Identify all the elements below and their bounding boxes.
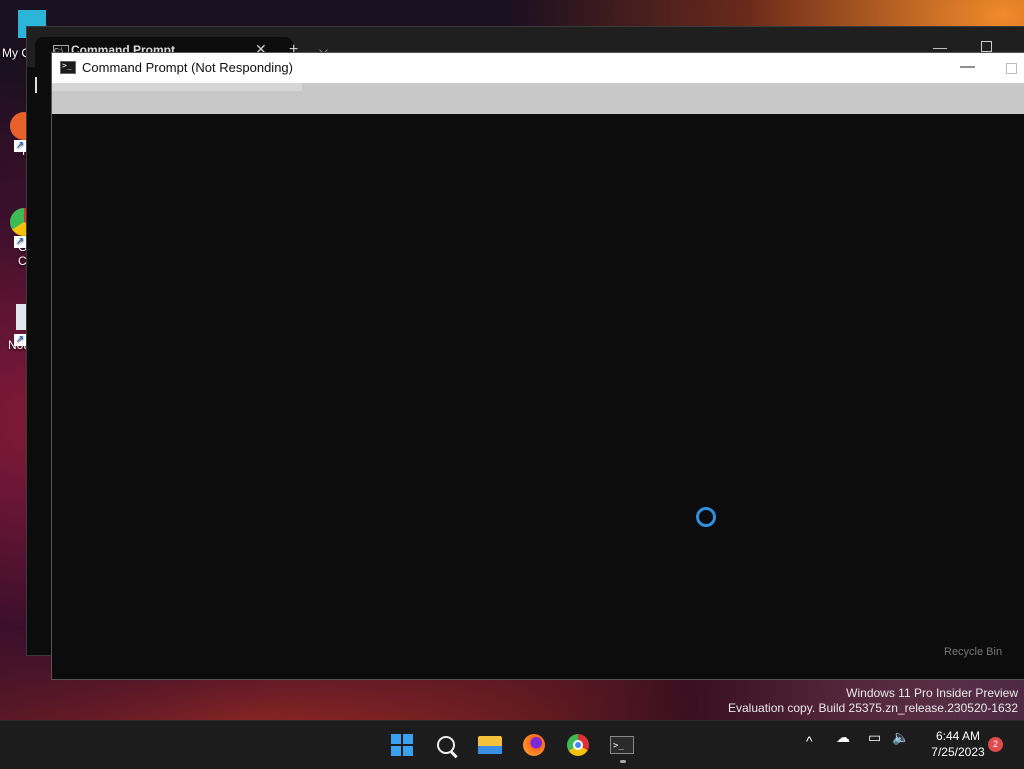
watermark-build: Evaluation copy. Build 25375.zn_release.… <box>728 701 1018 715</box>
maximize-button[interactable] <box>1006 63 1017 74</box>
watermark-edition: Windows 11 Pro Insider Preview <box>846 686 1018 700</box>
onedrive-icon[interactable]: ☁ <box>836 729 850 746</box>
search-button[interactable] <box>430 729 462 761</box>
recycle-bin-label: Recycle Bin <box>944 646 1003 658</box>
windows-start-icon <box>391 734 413 756</box>
start-button[interactable] <box>386 729 418 761</box>
ghost-tab <box>52 83 302 91</box>
terminal-icon: >_ <box>610 736 634 754</box>
console-area[interactable] <box>52 114 1024 679</box>
network-icon[interactable]: ▭ <box>868 729 881 746</box>
firefox-button[interactable] <box>518 729 550 761</box>
notification-badge[interactable]: 2 <box>988 737 1003 752</box>
window-title: Command Prompt (Not Responding) <box>82 60 293 75</box>
active-app-indicator <box>620 760 626 763</box>
command-prompt-icon <box>60 61 76 74</box>
firefox-icon <box>523 734 545 756</box>
shortcut-arrow-icon: ↗ <box>14 236 26 248</box>
ghost-tab-strip <box>52 83 1024 114</box>
window-title-bar[interactable]: Command Prompt (Not Responding) — <box>52 53 1024 83</box>
clock[interactable]: 6:44 AM 7/25/2023 <box>922 728 994 760</box>
chrome-button[interactable] <box>562 729 594 761</box>
busy-spinner-icon <box>696 507 716 527</box>
volume-icon[interactable]: 🔈 <box>892 729 909 746</box>
folder-icon <box>478 736 502 754</box>
terminal-button[interactable]: >_ <box>606 729 638 761</box>
shortcut-arrow-icon: ↗ <box>14 334 26 346</box>
clock-date: 7/25/2023 <box>931 745 985 759</box>
shortcut-arrow-icon: ↗ <box>14 140 26 152</box>
chrome-icon <box>567 734 589 756</box>
not-responding-window[interactable]: Command Prompt (Not Responding) — <box>52 53 1024 679</box>
show-hidden-icons-button[interactable]: ^ <box>806 733 813 749</box>
text-cursor <box>35 77 37 93</box>
clock-time: 6:44 AM <box>935 729 981 743</box>
minimize-button[interactable]: — <box>960 58 975 75</box>
search-icon <box>437 736 455 754</box>
maximize-button[interactable] <box>981 41 992 52</box>
taskbar: >_ ^ ☁ ▭ 🔈 6:44 AM 7/25/2023 2 <box>0 720 1024 769</box>
file-explorer-button[interactable] <box>474 729 506 761</box>
